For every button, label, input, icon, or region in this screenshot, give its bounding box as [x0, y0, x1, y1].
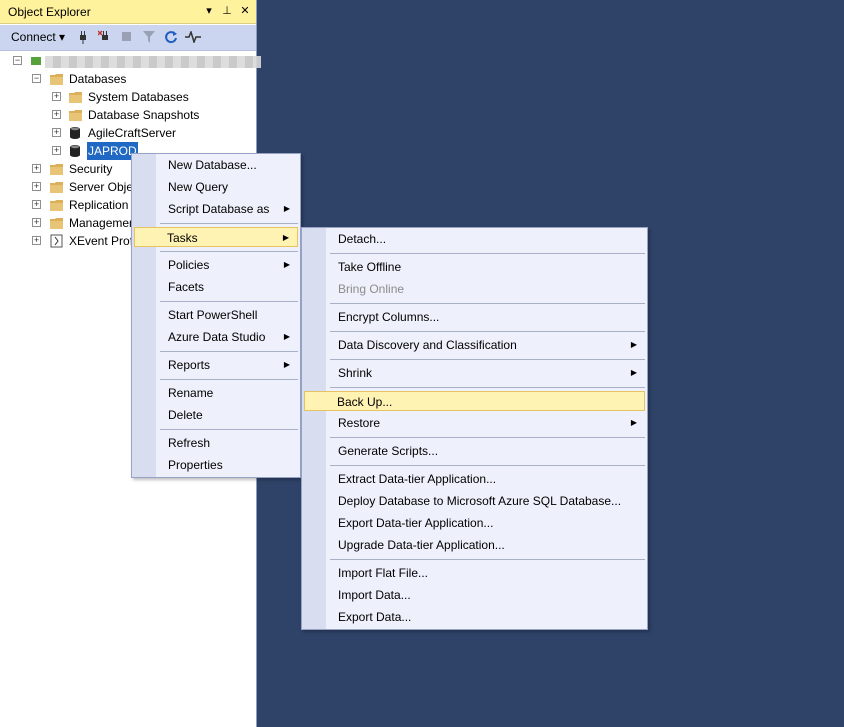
menu-item-policies[interactable]: Policies ▶: [134, 255, 298, 275]
pin-icon[interactable]: ⊥: [222, 4, 232, 17]
disconnect-icon[interactable]: [97, 28, 113, 46]
tree-item-label: System Databases: [88, 90, 189, 104]
folder-icon: [50, 216, 64, 230]
object-explorer-title-bar: Object Explorer ▾ ⊥ ✕: [0, 0, 256, 24]
connect-button[interactable]: Connect ▾: [11, 30, 65, 44]
menu-item-encrypt-columns[interactable]: Encrypt Columns...: [304, 307, 645, 327]
submenu-arrow-icon: ▶: [630, 418, 637, 427]
submenu-arrow-icon: ▶: [282, 233, 289, 242]
menu-item-restore[interactable]: Restore ▶: [304, 413, 645, 433]
activity-monitor-icon[interactable]: [185, 28, 201, 46]
menu-item-new-database[interactable]: New Database...: [134, 155, 298, 175]
tree-item-label: Managemen: [69, 216, 136, 230]
server-node[interactable]: −: [0, 52, 261, 70]
menu-item-properties[interactable]: Properties: [134, 455, 298, 475]
tree-item-label: Security: [69, 162, 113, 176]
menu-item-upgrade-data-tier[interactable]: Upgrade Data-tier Application...: [304, 535, 645, 555]
menu-item-tasks[interactable]: Tasks ▶: [134, 227, 298, 247]
database-icon: [69, 126, 83, 140]
menu-item-export-data[interactable]: Export Data...: [304, 607, 645, 627]
menu-item-rename[interactable]: Rename: [134, 383, 298, 403]
database-context-menu: New Database... New Query Script Databas…: [131, 153, 301, 478]
submenu-arrow-icon: ▶: [283, 260, 290, 269]
menu-item-reports[interactable]: Reports ▶: [134, 355, 298, 375]
menu-item-detach[interactable]: Detach...: [304, 229, 645, 249]
menu-item-take-offline[interactable]: Take Offline: [304, 257, 645, 277]
folder-icon: [69, 108, 83, 122]
refresh-icon[interactable]: [163, 28, 179, 46]
menu-item-script-database-as[interactable]: Script Database as ▶: [134, 199, 298, 219]
menu-item-delete[interactable]: Delete: [134, 405, 298, 425]
menu-item-import-data[interactable]: Import Data...: [304, 585, 645, 605]
collapse-icon[interactable]: −: [13, 56, 22, 65]
server-icon: [31, 57, 41, 65]
menu-item-shrink[interactable]: Shrink ▶: [304, 363, 645, 383]
menu-item-facets[interactable]: Facets: [134, 277, 298, 297]
submenu-arrow-icon: ▶: [283, 360, 290, 369]
menu-item-export-data-tier[interactable]: Export Data-tier Application...: [304, 513, 645, 533]
close-icon[interactable]: ✕: [240, 4, 250, 17]
expand-icon[interactable]: +: [52, 128, 61, 137]
folder-icon: [50, 180, 64, 194]
filter-icon[interactable]: [141, 28, 157, 46]
expand-icon[interactable]: +: [32, 218, 41, 227]
menu-item-import-flat-file[interactable]: Import Flat File...: [304, 563, 645, 583]
tree-item-label: AgileCraftServer: [88, 126, 177, 140]
stop-icon[interactable]: [119, 28, 135, 46]
tree-item-databases[interactable]: − Databases: [0, 70, 256, 88]
database-icon: [69, 144, 83, 158]
submenu-arrow-icon: ▶: [283, 332, 290, 341]
tree-item-label: Database Snapshots: [88, 108, 200, 122]
expand-icon[interactable]: +: [32, 236, 41, 245]
menu-item-new-query[interactable]: New Query: [134, 177, 298, 197]
tree-item-label: XEvent Prof: [69, 234, 134, 248]
menu-item-back-up[interactable]: Back Up...: [304, 391, 645, 411]
submenu-arrow-icon: ▶: [630, 368, 637, 377]
collapse-icon[interactable]: −: [32, 74, 41, 83]
tree-item-agilecraftserver[interactable]: + AgileCraftServer: [0, 124, 256, 142]
folder-icon: [50, 162, 64, 176]
tree-item-database-snapshots[interactable]: + Database Snapshots: [0, 106, 256, 124]
menu-item-extract-data-tier[interactable]: Extract Data-tier Application...: [304, 469, 645, 489]
tasks-submenu: Detach... Take Offline Bring Online Encr…: [301, 227, 648, 630]
xevent-profiler-icon: [50, 234, 64, 248]
tree-item-label: Replication: [69, 198, 129, 212]
expand-icon[interactable]: +: [52, 110, 61, 119]
object-explorer-toolbar: Connect ▾: [0, 25, 256, 51]
connect-object-explorer-icon[interactable]: [75, 28, 91, 46]
menu-item-deploy-to-azure[interactable]: Deploy Database to Microsoft Azure SQL D…: [304, 491, 645, 511]
menu-item-bring-online: Bring Online: [338, 282, 405, 296]
menu-item-refresh[interactable]: Refresh: [134, 433, 298, 453]
tree-item-system-databases[interactable]: + System Databases: [0, 88, 256, 106]
expand-icon[interactable]: +: [32, 182, 41, 191]
menu-item-azure-data-studio[interactable]: Azure Data Studio ▶: [134, 327, 298, 347]
tree-item-label: Server Objec: [69, 180, 140, 194]
menu-item-data-discovery[interactable]: Data Discovery and Classification ▶: [304, 335, 645, 355]
folder-icon: [50, 72, 64, 86]
window-position-icon[interactable]: ▾: [204, 4, 214, 17]
expand-icon[interactable]: +: [52, 92, 61, 101]
submenu-arrow-icon: ▶: [283, 204, 290, 213]
folder-icon: [69, 90, 83, 104]
menu-item-start-powershell[interactable]: Start PowerShell: [134, 305, 298, 325]
server-name-redacted: [45, 56, 261, 68]
submenu-arrow-icon: ▶: [630, 340, 637, 349]
expand-icon[interactable]: +: [32, 164, 41, 173]
folder-icon: [50, 198, 64, 212]
expand-icon[interactable]: +: [32, 200, 41, 209]
tree-item-label: Databases: [69, 72, 127, 86]
panel-title: Object Explorer: [8, 5, 91, 19]
menu-item-generate-scripts[interactable]: Generate Scripts...: [304, 441, 645, 461]
expand-icon[interactable]: +: [52, 146, 61, 155]
